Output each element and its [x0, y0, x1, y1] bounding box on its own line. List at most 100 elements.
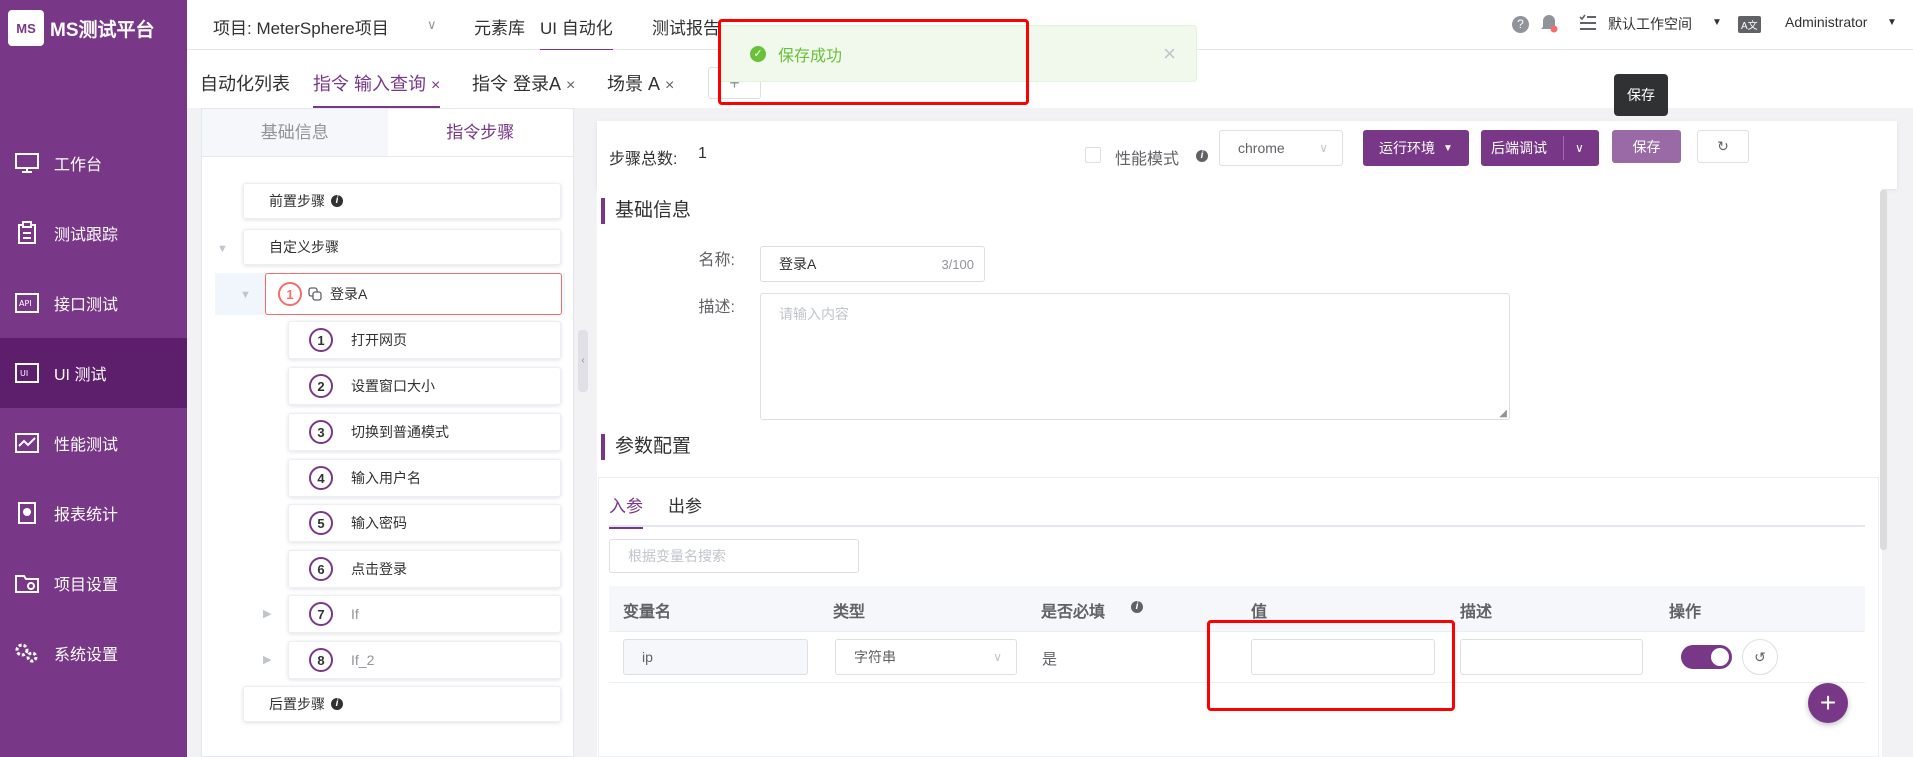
sidebar-item-label: 系统设置	[54, 647, 119, 664]
nav-test-report[interactable]: 测试报告	[652, 14, 720, 39]
step-label: 登录A	[330, 286, 368, 302]
step-number: 3	[309, 420, 333, 444]
logo-mark-icon: MS	[8, 10, 44, 46]
close-icon[interactable]: ×	[431, 77, 440, 94]
sidebar: MS MS测试平台 工作台 测试跟踪 API 接口测试 UI UI 测试 性能测…	[0, 0, 187, 757]
nav-ui-automation[interactable]: UI 自动化	[540, 14, 613, 51]
performance-mode-checkbox[interactable]	[1085, 147, 1101, 163]
tab-label: 场景 A	[607, 74, 661, 94]
bell-icon[interactable]	[1540, 13, 1558, 36]
pre-steps[interactable]: 前置步骤 i	[243, 183, 561, 219]
step-item[interactable]: 6 点击登录	[288, 550, 561, 588]
step-item[interactable]: 7 If	[288, 595, 561, 633]
close-icon[interactable]: ×	[566, 77, 575, 94]
sidebar-item-label: 工作台	[54, 157, 103, 174]
col-actions: 操作	[1669, 604, 1702, 621]
task-list-icon[interactable]	[1579, 14, 1597, 35]
chevron-down-icon[interactable]: ∨	[1575, 141, 1584, 155]
step-item[interactable]: 2 设置窗口大小	[288, 367, 561, 405]
caret-down-icon[interactable]: ▼	[240, 289, 251, 301]
help-icon[interactable]: ?	[1512, 16, 1529, 33]
description-label: 描述:	[698, 299, 735, 316]
param-description-input[interactable]	[1460, 639, 1643, 675]
step-item[interactable]: 4 输入用户名	[288, 459, 561, 497]
info-icon: i	[1196, 150, 1208, 162]
tab-scenario-a[interactable]: 场景 A ×	[607, 70, 674, 96]
caret-right-icon[interactable]: ▶	[263, 653, 271, 666]
tab-command-steps[interactable]: 指令步骤	[387, 109, 573, 156]
monitor-icon	[14, 152, 40, 174]
sidebar-item-api-test[interactable]: API 接口测试	[0, 268, 187, 338]
step-label: 输入密码	[351, 515, 407, 531]
name-input[interactable]: 登录A 3/100	[760, 246, 985, 282]
chevron-down-icon: ∨	[993, 650, 1002, 664]
project-selector[interactable]: 项目: MeterSphere项目	[213, 14, 389, 39]
user-menu[interactable]: Administrator	[1785, 14, 1867, 30]
close-icon[interactable]: ×	[1163, 41, 1176, 67]
description-textarea[interactable]: 请输入内容 ◢	[760, 293, 1510, 420]
step-count-value: 1	[698, 145, 707, 162]
name-char-count: 3/100	[941, 256, 974, 272]
step-toolbar: 步骤总数: 1 性能模式 i chrome ∨ 运行环境 ▼ 后端调试 ∨ 保存 ↻	[597, 121, 1897, 189]
backend-debug-button[interactable]: 后端调试 ∨	[1481, 130, 1599, 166]
step-item[interactable]: 1 打开网页	[288, 321, 561, 359]
refresh-button[interactable]: ↻	[1697, 130, 1749, 163]
scrollbar[interactable]	[1880, 190, 1887, 550]
basic-info-title: 基础信息	[601, 198, 691, 224]
chevron-down-icon[interactable]: ∨	[427, 17, 437, 33]
workspace-selector[interactable]: 默认工作空间	[1608, 14, 1692, 34]
step-item[interactable]: 8 If_2	[288, 641, 561, 679]
tab-output-params[interactable]: 出参	[668, 492, 702, 517]
step-number: 1	[309, 328, 333, 352]
variable-search-input[interactable]: 根据变量名搜索	[609, 539, 859, 573]
caret-right-icon[interactable]: ▶	[263, 607, 271, 620]
sidebar-item-label: UI 测试	[54, 367, 107, 384]
close-icon[interactable]: ×	[665, 77, 674, 94]
sidebar-item-test-track[interactable]: 测试跟踪	[0, 198, 187, 268]
add-param-button[interactable]: +	[1808, 683, 1848, 723]
caret-down-icon[interactable]: ▼	[217, 243, 228, 255]
collapse-panel-handle[interactable]: ‹	[578, 330, 588, 392]
step-item[interactable]: 5 输入密码	[288, 504, 561, 542]
type-select[interactable]: 字符串 ∨	[835, 639, 1017, 675]
step-item[interactable]: 3 切换到普通模式	[288, 413, 561, 451]
sidebar-item-label: 性能测试	[54, 437, 119, 454]
svg-text:API: API	[19, 299, 32, 308]
tab-divider	[609, 525, 1865, 527]
reset-button[interactable]: ↺	[1742, 639, 1778, 675]
save-button[interactable]: 保存	[1612, 130, 1681, 163]
browser-value: chrome	[1238, 140, 1285, 156]
sidebar-item-label: 项目设置	[54, 577, 119, 594]
name-value: 登录A	[779, 256, 817, 272]
tab-basic-info[interactable]: 基础信息	[202, 109, 388, 156]
sidebar-item-ui-test[interactable]: UI UI 测试	[0, 338, 187, 408]
enable-toggle[interactable]	[1681, 645, 1732, 669]
language-icon[interactable]: A文	[1738, 16, 1761, 33]
caret-down-icon[interactable]: ▼	[1712, 17, 1722, 28]
sidebar-item-project-settings[interactable]: 项目设置	[0, 548, 187, 618]
description-placeholder: 请输入内容	[779, 306, 849, 322]
sidebar-item-system-settings[interactable]: 系统设置	[0, 618, 187, 688]
sidebar-item-workbench[interactable]: 工作台	[0, 128, 187, 198]
step-login-a[interactable]: 1 登录A	[265, 273, 562, 315]
step-number: 8	[309, 648, 333, 672]
gears-icon	[14, 642, 40, 664]
step-count-label: 步骤总数:	[609, 151, 678, 168]
resize-handle-icon[interactable]: ◢	[1499, 408, 1507, 419]
post-steps[interactable]: 后置步骤 i	[243, 686, 561, 722]
custom-steps[interactable]: 自定义步骤	[243, 229, 561, 265]
tab-command-input-query[interactable]: 指令 输入查询 ×	[313, 70, 441, 108]
run-environment-button[interactable]: 运行环境 ▼	[1363, 130, 1469, 166]
caret-down-icon[interactable]: ▼	[1887, 17, 1897, 28]
sidebar-item-report[interactable]: 报表统计	[0, 478, 187, 548]
variable-name-input[interactable]: ip	[623, 639, 808, 675]
browser-select[interactable]: chrome ∨	[1219, 130, 1343, 166]
save-tooltip: 保存	[1614, 74, 1668, 116]
app-logo[interactable]: MS MS测试平台	[8, 8, 155, 48]
sidebar-item-performance[interactable]: 性能测试	[0, 408, 187, 478]
tab-command-login-a[interactable]: 指令 登录A ×	[472, 70, 575, 96]
post-steps-label: 后置步骤	[269, 696, 325, 712]
nav-element-library[interactable]: 元素库	[474, 14, 525, 39]
tab-input-params[interactable]: 入参	[609, 492, 643, 529]
tab-automation-list[interactable]: 自动化列表	[200, 70, 290, 96]
